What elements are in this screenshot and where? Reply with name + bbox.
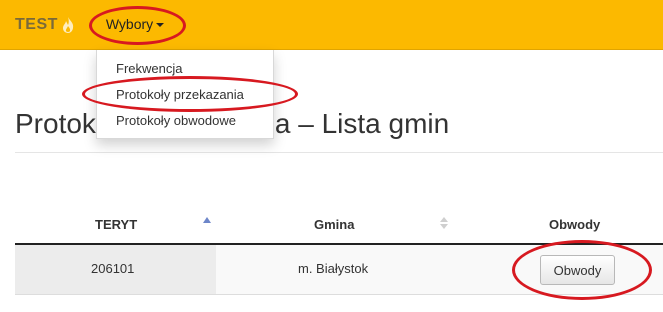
cell-gmina: m. Białystok (298, 261, 369, 276)
sort-ascending-icon[interactable] (203, 217, 211, 223)
wybory-menu-label: Wybory (105, 16, 154, 32)
table-header: TERYT Gmina Obwody (15, 206, 663, 245)
brand-name: TEST (15, 16, 58, 33)
caret-down-icon (156, 23, 165, 27)
wybory-menu-toggle[interactable]: Wybory (92, 8, 178, 40)
wybory-dropdown-menu: Frekwencja Protokoły przekazania Protoko… (96, 50, 274, 139)
menu-item-frekwencja[interactable]: Frekwencja (116, 61, 182, 76)
top-navbar: TEST Wybory (0, 0, 663, 50)
column-header-gmina[interactable]: Gmina (314, 217, 354, 232)
brand-logo[interactable]: TEST (15, 15, 76, 35)
cell-teryt: 206101 (91, 261, 135, 276)
menu-item-protokoly-przekazania[interactable]: Protokoły przekazania (116, 87, 244, 102)
column-header-obwody: Obwody (549, 217, 601, 232)
menu-item-protokoly-obwodowe[interactable]: Protokoły obwodowe (116, 113, 236, 128)
sort-neutral-icon[interactable] (440, 217, 448, 229)
obwody-button[interactable]: Obwody (540, 255, 615, 285)
column-header-teryt[interactable]: TERYT (95, 217, 137, 232)
title-divider (15, 152, 663, 153)
flame-icon (62, 17, 74, 33)
